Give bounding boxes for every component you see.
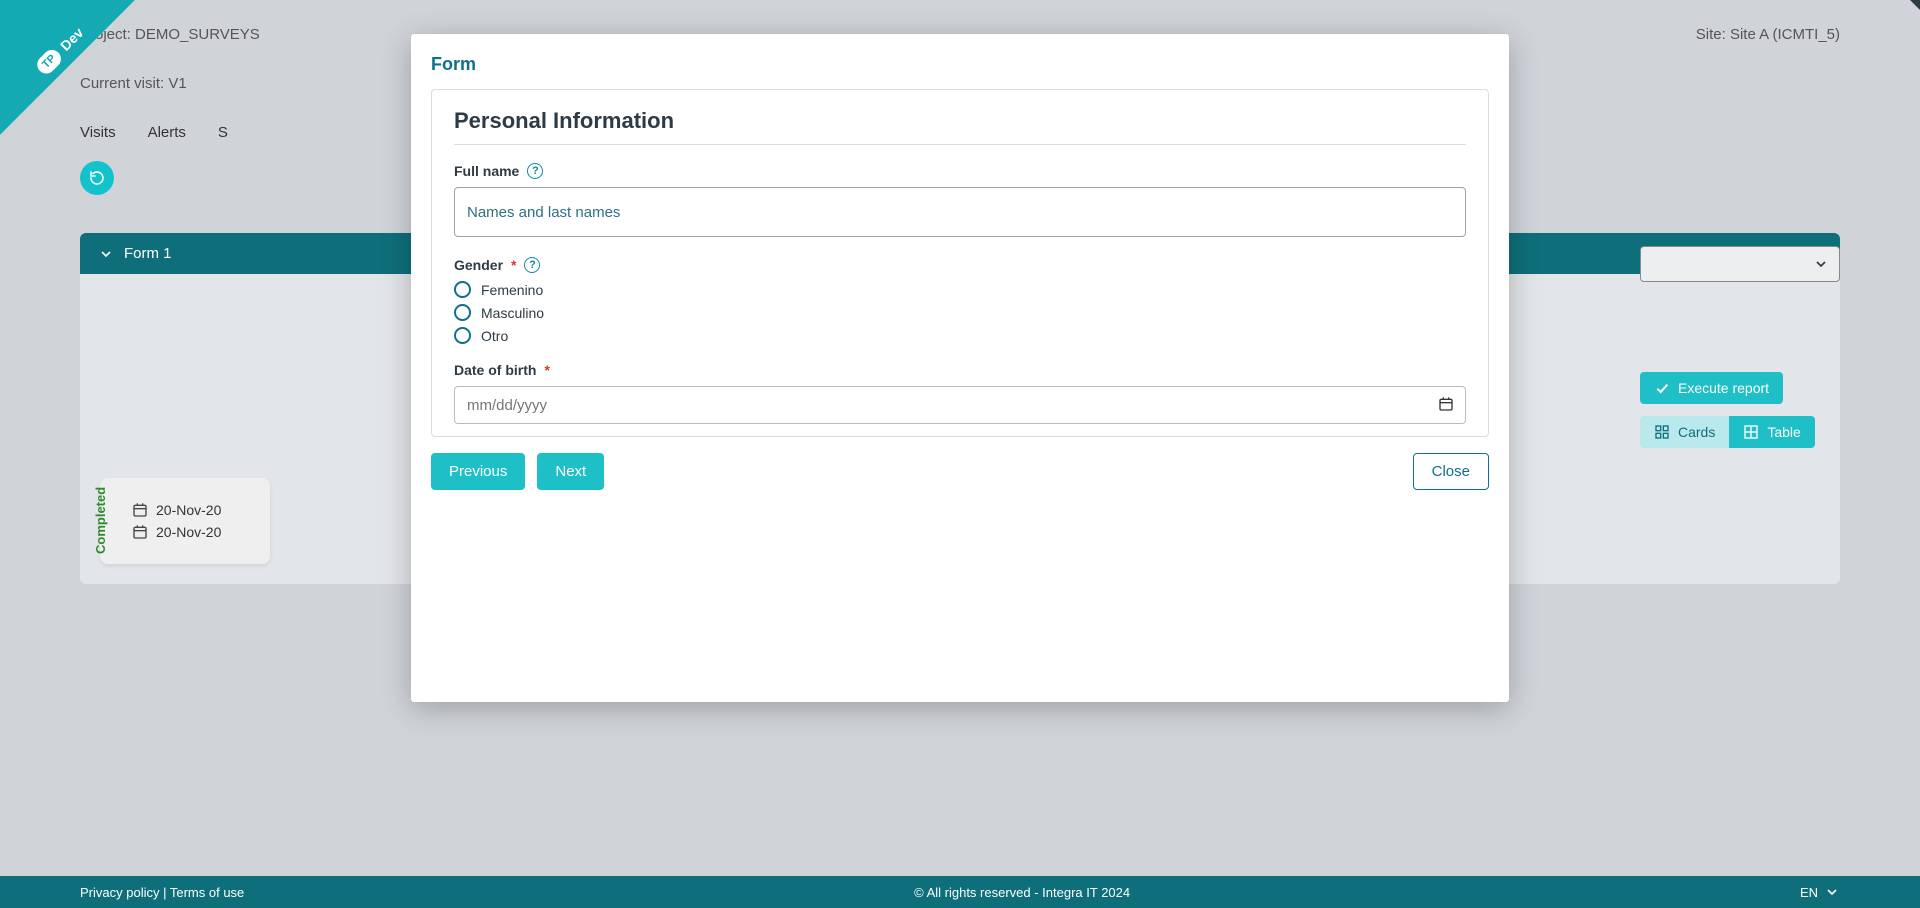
modal-footer: Previous Next Close [431,453,1489,490]
help-icon[interactable]: ? [527,163,543,179]
radio-icon [454,281,471,298]
radio-icon [454,304,471,321]
dob-label-text: Date of birth [454,362,536,378]
dob-label: Date of birth * [454,362,1466,378]
gender-option-otro[interactable]: Otro [454,327,1466,344]
full-name-label: Full name ? [454,163,1466,179]
gender-option-masculino[interactable]: Masculino [454,304,1466,321]
section-divider [454,144,1466,145]
close-button[interactable]: Close [1413,453,1489,490]
gender-option-label: Otro [481,328,508,344]
next-button[interactable]: Next [537,453,604,490]
dob-input[interactable] [454,386,1466,424]
required-marker: * [544,362,549,378]
full-name-label-text: Full name [454,163,519,179]
required-marker: * [511,257,516,273]
gender-option-femenino[interactable]: Femenino [454,281,1466,298]
gender-radio-group: Femenino Masculino Otro [454,281,1466,344]
gender-option-label: Masculino [481,305,544,321]
calendar-icon[interactable] [1438,396,1454,412]
full-name-input[interactable] [454,187,1466,237]
gender-label-text: Gender [454,257,503,273]
section-personal-info: Personal Information [454,108,1466,134]
radio-icon [454,327,471,344]
previous-button[interactable]: Previous [431,453,525,490]
gender-label: Gender * ? [454,257,1466,273]
modal-scroll-area[interactable]: Personal Information Full name ? Gender … [431,89,1489,437]
corner-indicator [1910,0,1920,10]
modal-overlay: Form Personal Information Full name ? Ge… [0,0,1920,908]
form-modal: Form Personal Information Full name ? Ge… [411,34,1509,702]
gender-option-label: Femenino [481,282,543,298]
help-icon[interactable]: ? [524,257,540,273]
modal-title: Form [431,54,1489,75]
